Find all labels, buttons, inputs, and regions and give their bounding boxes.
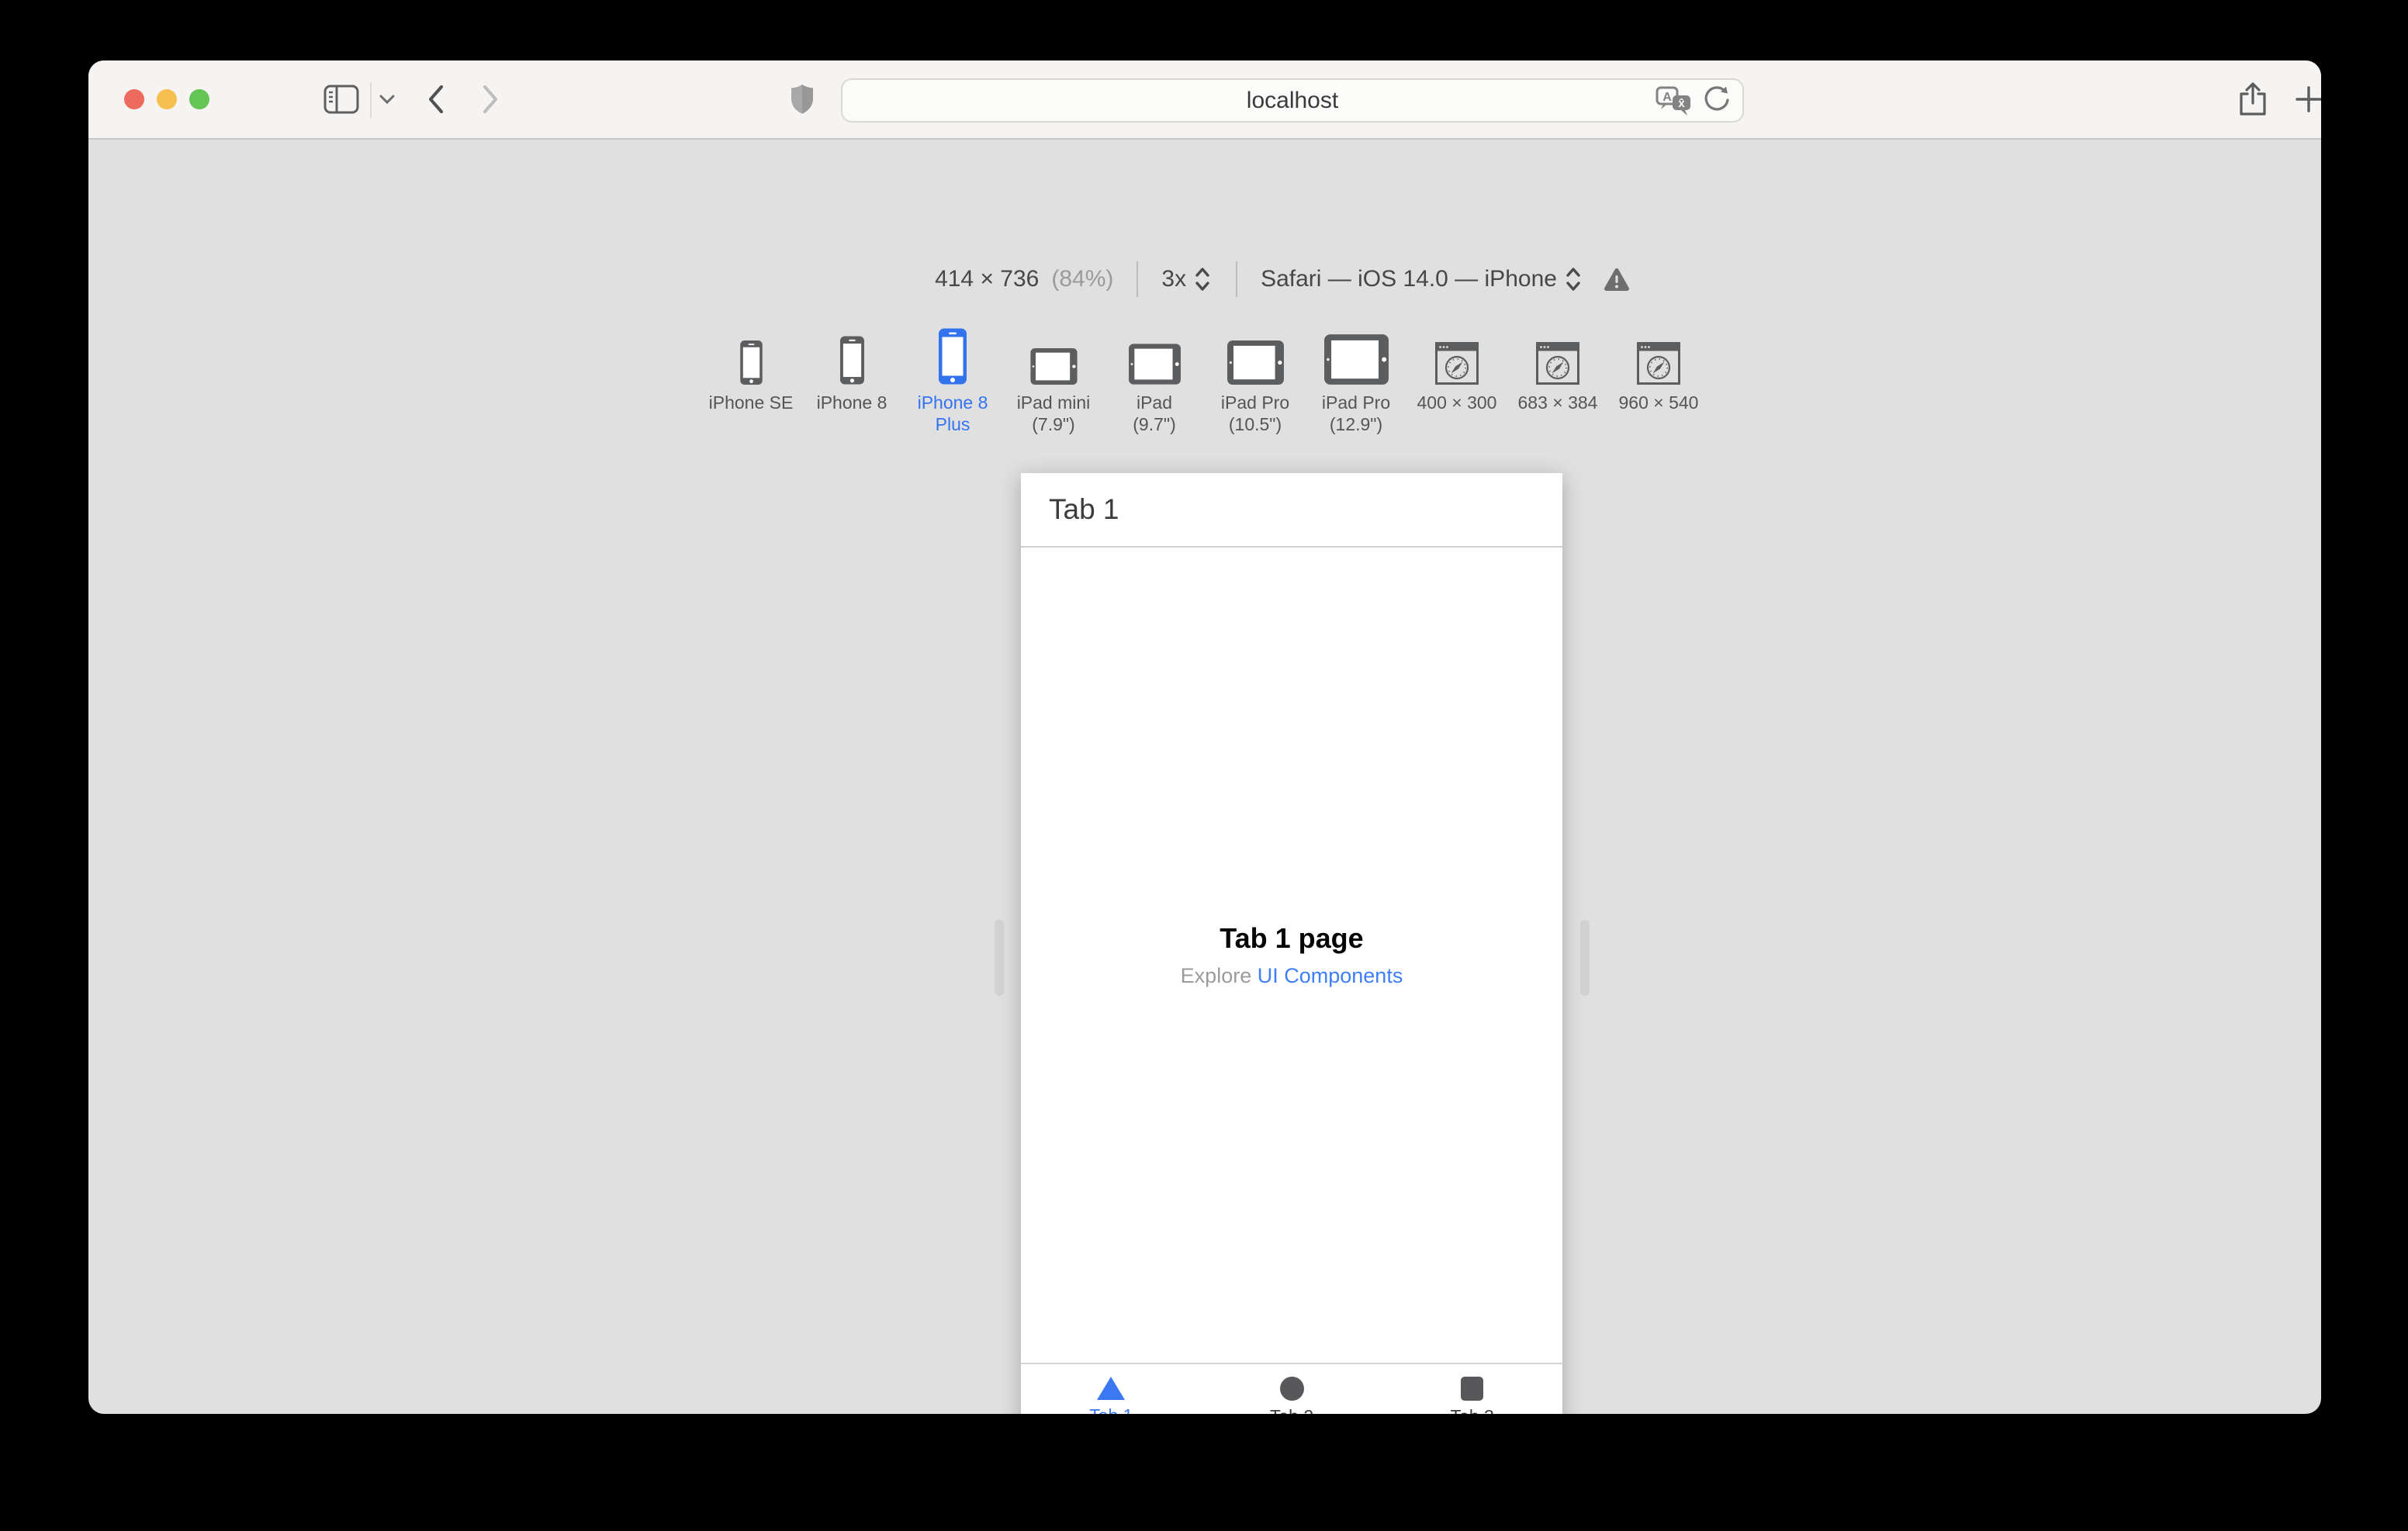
ui-components-link[interactable]: UI Components	[1258, 964, 1403, 987]
phone-icon	[839, 316, 864, 385]
resize-handle-right[interactable]	[1580, 920, 1590, 996]
screen: localhost A x̂ 414 × 736 (84%) 3x Safari…	[0, 0, 2408, 1531]
privacy-report-button[interactable]	[785, 60, 819, 138]
tab-2[interactable]: Tab 2	[1202, 1364, 1382, 1414]
updown-chevrons-icon	[1192, 266, 1213, 292]
divider	[1137, 261, 1139, 297]
sidebar-icon	[323, 85, 359, 114]
address-bar[interactable]: localhost A x̂	[841, 78, 1744, 123]
device-label: iPad Pro (12.9")	[1321, 392, 1391, 434]
toolbar-divider	[370, 82, 372, 118]
shield-icon	[791, 84, 814, 115]
back-button[interactable]	[420, 60, 452, 138]
sidebar-toggle-button[interactable]	[321, 60, 362, 138]
device-label: iPad (9.7")	[1133, 392, 1176, 434]
device-iphone-8[interactable]: iPhone 8	[804, 316, 899, 413]
zoom-percent-label: (84%)	[1051, 266, 1114, 292]
pixel-ratio-select[interactable]: 3x	[1161, 266, 1213, 292]
forward-button[interactable]	[475, 60, 506, 138]
warnings-button[interactable]	[1604, 268, 1630, 292]
tab-3[interactable]: Tab 3	[1382, 1364, 1562, 1414]
triangle-icon	[1097, 1377, 1126, 1400]
simulated-viewport: Tab 1 Tab 1 page Explore UI Components T…	[1021, 473, 1562, 1414]
square-icon	[1461, 1376, 1484, 1401]
page-heading: Tab 1 page	[1220, 922, 1364, 954]
reload-button[interactable]	[1702, 85, 1732, 116]
chevron-down-icon	[379, 94, 396, 105]
warning-icon	[1604, 268, 1630, 292]
viewport-dimensions-label: 414 × 736	[935, 266, 1040, 292]
tablet-icon	[1226, 316, 1284, 385]
share-button[interactable]	[2233, 60, 2273, 138]
browser-window-icon	[1536, 316, 1579, 385]
device-label: iPad Pro (10.5")	[1220, 392, 1290, 434]
pixel-ratio-label: 3x	[1161, 266, 1187, 292]
window-titlebar: localhost A x̂	[88, 60, 2321, 140]
device-ipad-pro-12-9[interactable]: iPad Pro (12.9")	[1309, 316, 1403, 435]
circle-icon	[1279, 1376, 1304, 1401]
tablet-icon	[1029, 316, 1078, 385]
device-label: 960 × 540	[1618, 392, 1699, 413]
divider	[1236, 261, 1238, 297]
traffic-lights	[124, 60, 209, 138]
device-label: iPhone 8	[816, 392, 887, 413]
minimize-button[interactable]	[157, 89, 177, 109]
svg-text:x̂: x̂	[1678, 97, 1685, 110]
device-preset-400x300[interactable]: 400 × 300	[1410, 316, 1504, 413]
device-label: 400 × 300	[1417, 392, 1497, 413]
device-iphone-8-plus[interactable]: iPhone 8 Plus	[905, 316, 1000, 435]
page-content: Tab 1 page Explore UI Components	[1021, 548, 1562, 1363]
browser-window-icon	[1637, 316, 1680, 385]
device-iphone-se[interactable]: iPhone SE	[704, 316, 798, 413]
close-button[interactable]	[124, 89, 144, 109]
new-tab-button[interactable]	[2291, 60, 2321, 138]
resize-handle-left[interactable]	[995, 920, 1004, 996]
tablet-icon	[1323, 316, 1389, 385]
back-icon	[427, 84, 445, 115]
zoom-button[interactable]	[189, 89, 209, 109]
url-text: localhost	[1246, 87, 1339, 113]
safari-window: localhost A x̂ 414 × 736 (84%) 3x Safari…	[88, 60, 2321, 1414]
page-subtitle: Explore UI Components	[1181, 964, 1403, 988]
device-ipad-pro-10-5[interactable]: iPad Pro (10.5")	[1208, 316, 1303, 435]
device-preset-683x384[interactable]: 683 × 384	[1510, 316, 1605, 413]
forward-icon	[481, 84, 500, 115]
phone-icon	[939, 316, 967, 385]
ios-tab-bar: Tab 1 Tab 2 Tab 3	[1021, 1363, 1562, 1414]
browser-window-icon	[1435, 316, 1479, 385]
user-agent-select[interactable]: Safari — iOS 14.0 — iPhone	[1261, 266, 1583, 292]
svg-text:A: A	[1662, 91, 1672, 104]
device-ipad-mini[interactable]: iPad mini (7.9")	[1006, 316, 1101, 435]
ios-nav-bar: Tab 1	[1021, 473, 1562, 548]
tab-1[interactable]: Tab 1	[1021, 1364, 1202, 1414]
translate-button[interactable]: A x̂	[1656, 85, 1691, 117]
device-label: iPad mini (7.9")	[1016, 392, 1091, 434]
device-presets-row: iPhone SE iPhone 8 iPhone 8 Plus iPad mi…	[88, 316, 2321, 441]
sidebar-menu-button[interactable]	[374, 60, 400, 138]
share-icon	[2238, 81, 2268, 117]
device-label: iPhone 8 Plus	[917, 392, 988, 434]
plus-icon	[2295, 85, 2321, 113]
rdm-status-row: 414 × 736 (84%) 3x Safari — iOS 14.0 — i…	[166, 256, 2321, 302]
phone-icon	[739, 316, 763, 385]
device-label: iPhone SE	[708, 392, 794, 413]
device-label: 683 × 384	[1517, 392, 1598, 413]
updown-chevrons-icon	[1563, 266, 1583, 292]
device-ipad-9-7[interactable]: iPad (9.7")	[1107, 316, 1202, 435]
tablet-icon	[1128, 316, 1181, 385]
nav-title: Tab 1	[1049, 493, 1119, 525]
user-agent-label: Safari — iOS 14.0 — iPhone	[1261, 266, 1557, 292]
device-preset-960x540[interactable]: 960 × 540	[1611, 316, 1706, 413]
subtitle-text: Explore	[1180, 964, 1258, 987]
